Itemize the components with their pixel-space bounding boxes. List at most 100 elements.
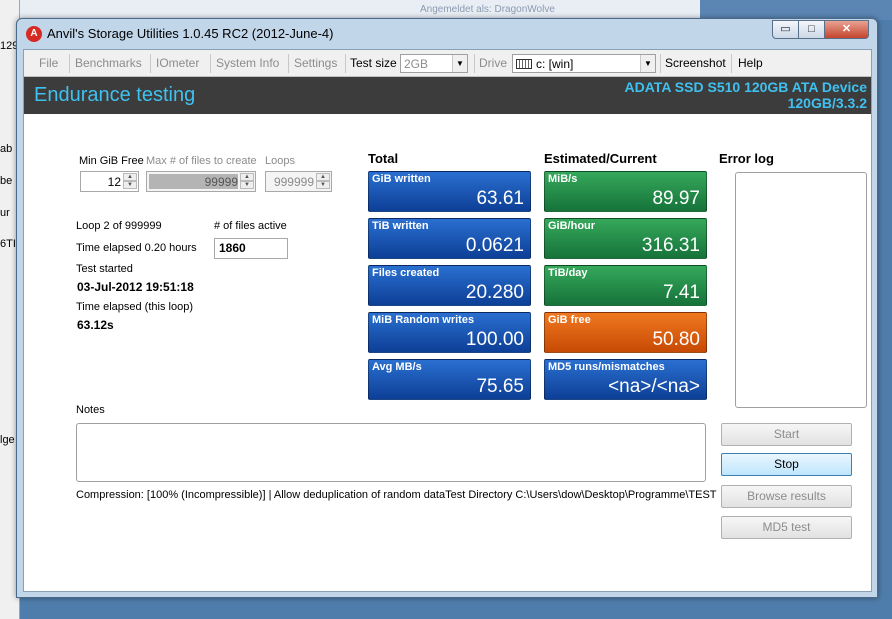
drive-label: Drive bbox=[479, 56, 508, 70]
menu-settings[interactable]: Settings bbox=[294, 56, 337, 70]
menu-help[interactable]: Help bbox=[738, 56, 763, 70]
stepper-down-icon[interactable]: ▼ bbox=[123, 181, 137, 189]
desktop-background bbox=[700, 0, 892, 20]
browse-results-button[interactable]: Browse results bbox=[721, 485, 852, 508]
client-area: File Benchmarks IOmeter System Info Sett… bbox=[23, 49, 872, 592]
menu-system-info[interactable]: System Info bbox=[216, 56, 279, 70]
tile-gib-free: GiB free 50.80 bbox=[544, 312, 707, 353]
test-size-label: Test size bbox=[350, 56, 397, 70]
tile-md5-runs: MD5 runs/mismatches <na>/<na> bbox=[544, 359, 707, 400]
md5-test-button[interactable]: MD5 test bbox=[721, 516, 852, 539]
error-log-box[interactable] bbox=[735, 172, 867, 408]
tile-gib-written: GiB written 63.61 bbox=[368, 171, 531, 212]
tile-label: MiB Random writes bbox=[372, 314, 475, 326]
device-name: ADATA SSD S510 120GB ATA Device bbox=[624, 79, 867, 95]
notes-label: Notes bbox=[76, 404, 105, 416]
menu-separator bbox=[69, 54, 70, 73]
stop-button[interactable]: Stop bbox=[721, 453, 852, 476]
compression-status: Compression: [100% (Incompressible)] | A… bbox=[76, 489, 717, 501]
menu-screenshot[interactable]: Screenshot bbox=[665, 56, 726, 70]
tile-value: 7.41 bbox=[663, 282, 700, 303]
drive-select[interactable]: c: [win] ▼ bbox=[512, 54, 656, 73]
tile-value: <na>/<na> bbox=[608, 376, 700, 397]
tile-tib-day: TiB/day 7.41 bbox=[544, 265, 707, 306]
tile-avg-mbs: Avg MB/s 75.65 bbox=[368, 359, 531, 400]
max-files-label: Max # of files to create bbox=[146, 155, 257, 167]
min-gib-free-stepper[interactable]: 12 ▲ ▼ bbox=[80, 171, 139, 192]
menu-separator bbox=[731, 54, 732, 73]
drive-value: c: [win] bbox=[536, 57, 574, 71]
minimize-button[interactable]: ▭ bbox=[772, 20, 799, 39]
background-fragment: ab bbox=[0, 143, 13, 155]
max-files-stepper[interactable]: 99999 ▲ ▼ bbox=[146, 171, 256, 192]
stepper-up-icon[interactable]: ▲ bbox=[240, 173, 254, 181]
menu-separator bbox=[474, 54, 475, 73]
tile-value: 63.61 bbox=[476, 188, 524, 209]
background-fragment: be bbox=[0, 175, 13, 187]
tile-tib-written: TiB written 0.0621 bbox=[368, 218, 531, 259]
tile-label: TiB written bbox=[372, 220, 429, 232]
page-title: Endurance testing bbox=[34, 84, 196, 106]
test-size-value: 2GB bbox=[404, 57, 429, 71]
tile-value: 0.0621 bbox=[465, 235, 524, 256]
time-elapsed-loop-value: 63.12s bbox=[77, 318, 114, 332]
tile-mib-random-writes: MiB Random writes 100.00 bbox=[368, 312, 531, 353]
test-started-value: 03-Jul-2012 19:51:18 bbox=[77, 280, 194, 294]
stepper-up-icon[interactable]: ▲ bbox=[123, 173, 137, 181]
error-log-heading: Error log bbox=[719, 151, 774, 166]
drive-icon bbox=[516, 59, 532, 69]
tile-label: MiB/s bbox=[548, 173, 578, 185]
device-firmware: 120GB/3.3.2 bbox=[787, 95, 867, 111]
loops-value: 999999 bbox=[273, 175, 314, 189]
menu-separator bbox=[210, 54, 211, 73]
tile-label: Files created bbox=[372, 267, 440, 279]
background-fragment: ur bbox=[0, 207, 10, 219]
min-gib-free-value: 12 bbox=[107, 175, 121, 189]
tile-label: GiB/hour bbox=[548, 220, 596, 232]
window-title: Anvil's Storage Utilities 1.0.45 RC2 (20… bbox=[47, 26, 334, 41]
chevron-down-icon: ▼ bbox=[452, 55, 467, 72]
title-bar[interactable]: A Anvil's Storage Utilities 1.0.45 RC2 (… bbox=[17, 19, 877, 49]
total-heading: Total bbox=[368, 151, 399, 166]
tile-label: Avg MB/s bbox=[372, 361, 422, 373]
main-window: A Anvil's Storage Utilities 1.0.45 RC2 (… bbox=[16, 18, 878, 598]
background-fragment: 6TI bbox=[0, 238, 16, 250]
menu-file[interactable]: File bbox=[39, 56, 58, 70]
time-elapsed: Time elapsed 0.20 hours bbox=[76, 242, 197, 254]
max-files-value: 99999 bbox=[204, 175, 238, 189]
menu-benchmarks[interactable]: Benchmarks bbox=[75, 56, 142, 70]
loops-stepper[interactable]: 999999 ▲ ▼ bbox=[265, 171, 332, 192]
test-size-select[interactable]: 2GB ▼ bbox=[400, 54, 468, 73]
chevron-down-icon: ▼ bbox=[640, 55, 655, 72]
notes-input[interactable] bbox=[76, 423, 706, 482]
tile-value: 100.00 bbox=[465, 329, 524, 350]
stepper-down-icon[interactable]: ▼ bbox=[240, 181, 254, 189]
menu-separator bbox=[660, 54, 661, 73]
files-active-label: # of files active bbox=[214, 220, 287, 232]
estimated-heading: Estimated/Current bbox=[544, 151, 657, 166]
tile-files-created: Files created 20.280 bbox=[368, 265, 531, 306]
tile-label: TiB/day bbox=[548, 267, 588, 279]
stepper-down-icon[interactable]: ▼ bbox=[316, 181, 330, 189]
files-active-field[interactable]: 1860 bbox=[214, 238, 288, 259]
menu-separator bbox=[345, 54, 346, 73]
min-gib-free-label: Min GiB Free bbox=[79, 155, 144, 167]
maximize-button[interactable]: □ bbox=[798, 20, 825, 39]
stepper-up-icon[interactable]: ▲ bbox=[316, 173, 330, 181]
background-window-top: Angemeldet als: DragonWolve bbox=[20, 0, 700, 20]
menu-iometer[interactable]: IOmeter bbox=[156, 56, 199, 70]
tile-value: 89.97 bbox=[652, 188, 700, 209]
tile-value: 316.31 bbox=[641, 235, 700, 256]
tile-label: MD5 runs/mismatches bbox=[548, 361, 665, 373]
tile-value: 75.65 bbox=[476, 376, 524, 397]
background-login-text: Angemeldet als: DragonWolve bbox=[420, 4, 555, 15]
close-button[interactable]: ✕ bbox=[824, 20, 869, 39]
test-started-label: Test started bbox=[76, 263, 133, 275]
menu-bar: File Benchmarks IOmeter System Info Sett… bbox=[24, 50, 871, 77]
loops-label: Loops bbox=[265, 155, 295, 167]
tile-value: 20.280 bbox=[465, 282, 524, 303]
time-elapsed-loop-label: Time elapsed (this loop) bbox=[76, 301, 193, 313]
start-button[interactable]: Start bbox=[721, 423, 852, 446]
menu-separator bbox=[288, 54, 289, 73]
tile-gib-hour: GiB/hour 316.31 bbox=[544, 218, 707, 259]
